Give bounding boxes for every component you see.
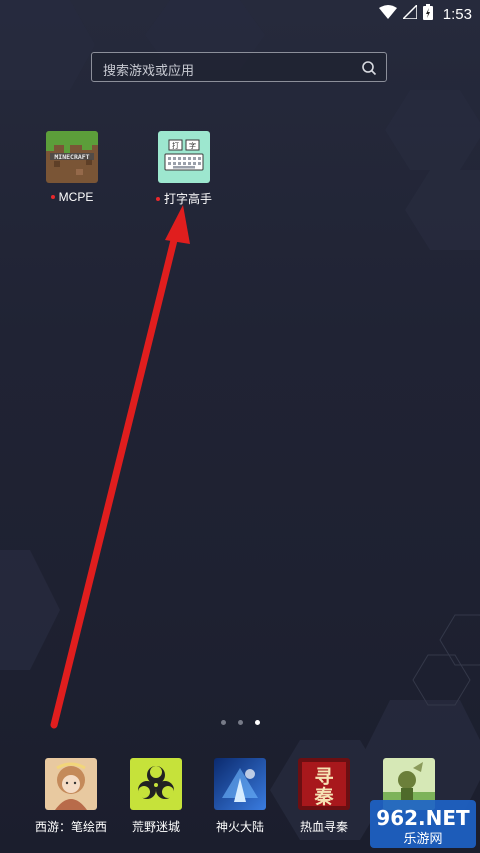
red-arrow-annotation bbox=[50, 205, 190, 729]
xunqin-icon: 寻 秦 bbox=[298, 758, 350, 810]
page-dot-active[interactable] bbox=[254, 720, 260, 725]
dock-app-shenhuo[interactable]: 神火大陆 bbox=[195, 758, 285, 835]
biohazard-icon bbox=[130, 758, 182, 810]
svg-text:乐游网: 乐游网 bbox=[403, 832, 442, 847]
xiyou-icon bbox=[45, 758, 97, 810]
watermark-logo: 962.NET 乐游网 bbox=[370, 800, 476, 848]
shenhuo-icon bbox=[214, 758, 266, 810]
dock-app-xunqin[interactable]: 寻 秦 热血寻秦 bbox=[279, 758, 369, 835]
app-label: 神火大陆 bbox=[215, 820, 264, 834]
app-label: 热血寻秦 bbox=[299, 820, 348, 834]
dock-app-xiyou[interactable]: 西游：笔绘西 bbox=[26, 758, 116, 835]
page-dot[interactable] bbox=[237, 720, 243, 725]
page-indicator bbox=[0, 720, 480, 725]
dock-app-huangye[interactable]: 荒野迷城 bbox=[111, 758, 201, 835]
svg-text:寻: 寻 bbox=[314, 766, 333, 788]
svg-text:962.NET: 962.NET bbox=[376, 806, 470, 830]
app-label: 西游：笔绘西 bbox=[34, 820, 107, 834]
page-dot[interactable] bbox=[220, 720, 226, 725]
app-label: 荒野迷城 bbox=[131, 820, 180, 834]
svg-text:秦: 秦 bbox=[313, 785, 334, 808]
